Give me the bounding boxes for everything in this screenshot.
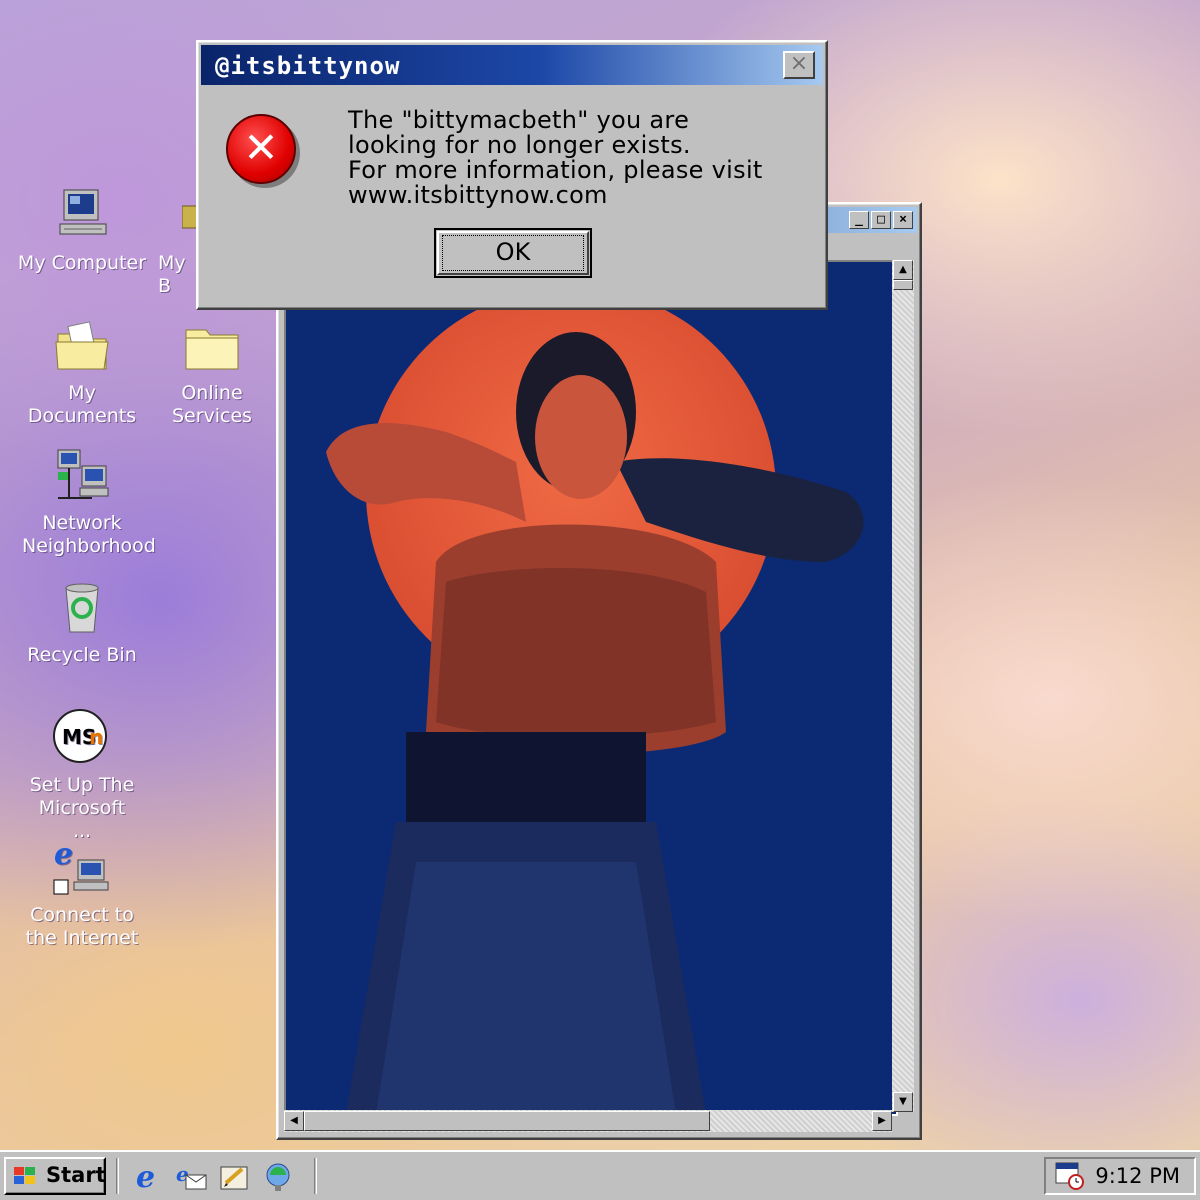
- network-neighborhood-icon: [52, 446, 112, 506]
- taskbar-separator: [116, 1158, 119, 1194]
- photo: [284, 260, 898, 1116]
- desktop-icon-label: Connect to the Internet: [25, 904, 139, 949]
- error-icon: ✕: [226, 114, 296, 184]
- maximize-button[interactable]: □: [871, 211, 891, 229]
- desktop-icon-label: My Computer: [17, 252, 147, 274]
- desktop-icon-label: Online Services: [171, 382, 253, 427]
- outlook-express-icon[interactable]: e: [176, 1161, 208, 1193]
- connect-internet-icon: e: [52, 837, 112, 898]
- my-documents-icon: [52, 316, 112, 376]
- windows-logo-icon: [14, 1167, 35, 1184]
- vertical-scroll-thumb[interactable]: [893, 280, 913, 290]
- desktop-icon-recycle-bin[interactable]: Recycle Bin: [12, 578, 152, 667]
- desktop-icon-label: Set Up The Microsoft ...: [29, 774, 135, 842]
- clock[interactable]: 9:12 PM: [1095, 1164, 1180, 1188]
- dialog-message: The "bittymacbeth" you are looking for n…: [348, 108, 808, 208]
- dialog-message-line: For more information, please visit: [348, 156, 763, 184]
- close-button[interactable]: ×: [893, 211, 913, 229]
- recycle-bin-icon: [52, 578, 112, 638]
- desktop-icon-my-documents[interactable]: My Documents: [12, 316, 152, 428]
- desktop-icon-network-neighborhood[interactable]: Network Neighborhood: [12, 446, 156, 558]
- show-desktop-icon[interactable]: [218, 1161, 250, 1193]
- online-services-folder-icon: [182, 316, 242, 376]
- dialog-titlebar[interactable]: @itsbittynow ×: [201, 45, 823, 85]
- scroll-left-button[interactable]: ◀: [284, 1111, 304, 1131]
- dialog-title: @itsbittynow: [215, 52, 401, 80]
- desktop-icon-my-computer[interactable]: My Computer: [12, 186, 152, 275]
- desktop-icon-label: Network Neighborhood: [22, 512, 156, 557]
- vertical-scrollbar[interactable]: ▲ ▼: [892, 260, 914, 1112]
- taskbar: Start e e 9:12 PM: [0, 1150, 1200, 1200]
- desktop-icon-msn-setup[interactable]: MS n Set Up The Microsoft ...: [12, 708, 152, 843]
- scroll-right-button[interactable]: ▶: [872, 1111, 892, 1131]
- dialog-message-line: The "bittymacbeth" you are: [348, 106, 690, 134]
- dialog-message-line: www.itsbittynow.com: [348, 181, 608, 209]
- scroll-up-button[interactable]: ▲: [893, 260, 913, 280]
- dialog-close-button[interactable]: ×: [783, 51, 815, 79]
- system-tray: 9:12 PM: [1044, 1157, 1196, 1195]
- horizontal-scrollbar[interactable]: ◀ ▶: [284, 1110, 892, 1132]
- channels-icon[interactable]: [262, 1161, 294, 1193]
- photo-graphic: [286, 262, 896, 1114]
- desktop-icon-label: My Documents: [27, 382, 137, 427]
- scroll-down-button[interactable]: ▼: [893, 1092, 913, 1112]
- svg-text:n: n: [89, 725, 103, 749]
- desktop-icon-my-briefcase[interactable]: My B: [142, 186, 202, 298]
- desktop-icon-label: My B: [158, 252, 186, 297]
- scheduler-icon[interactable]: [1054, 1161, 1086, 1191]
- dialog-message-line: looking for no longer exists.: [348, 131, 691, 159]
- ok-button[interactable]: OK: [434, 228, 592, 278]
- error-dialog[interactable]: @itsbittynow × ✕ The "bittymacbeth" you …: [196, 40, 828, 310]
- my-computer-icon: [52, 186, 112, 246]
- start-button[interactable]: Start: [4, 1157, 106, 1195]
- desktop-icon-connect-internet[interactable]: e Connect to the Internet: [12, 837, 152, 950]
- svg-text:e: e: [136, 1161, 155, 1193]
- start-label: Start: [46, 1163, 106, 1187]
- image-window[interactable]: _ □ × ▲ ▼ ◀ ▶: [276, 202, 922, 1140]
- msn-icon: MS n: [52, 708, 112, 768]
- ok-button-label: OK: [442, 235, 584, 271]
- taskbar-separator: [314, 1158, 317, 1194]
- desktop-icon-label: Recycle Bin: [27, 644, 137, 666]
- desktop-icon-online-services[interactable]: Online Services: [142, 316, 282, 428]
- minimize-button[interactable]: _: [849, 211, 869, 229]
- svg-text:e: e: [54, 838, 73, 872]
- internet-explorer-icon[interactable]: e: [134, 1160, 166, 1195]
- horizontal-scroll-thumb[interactable]: [304, 1111, 710, 1131]
